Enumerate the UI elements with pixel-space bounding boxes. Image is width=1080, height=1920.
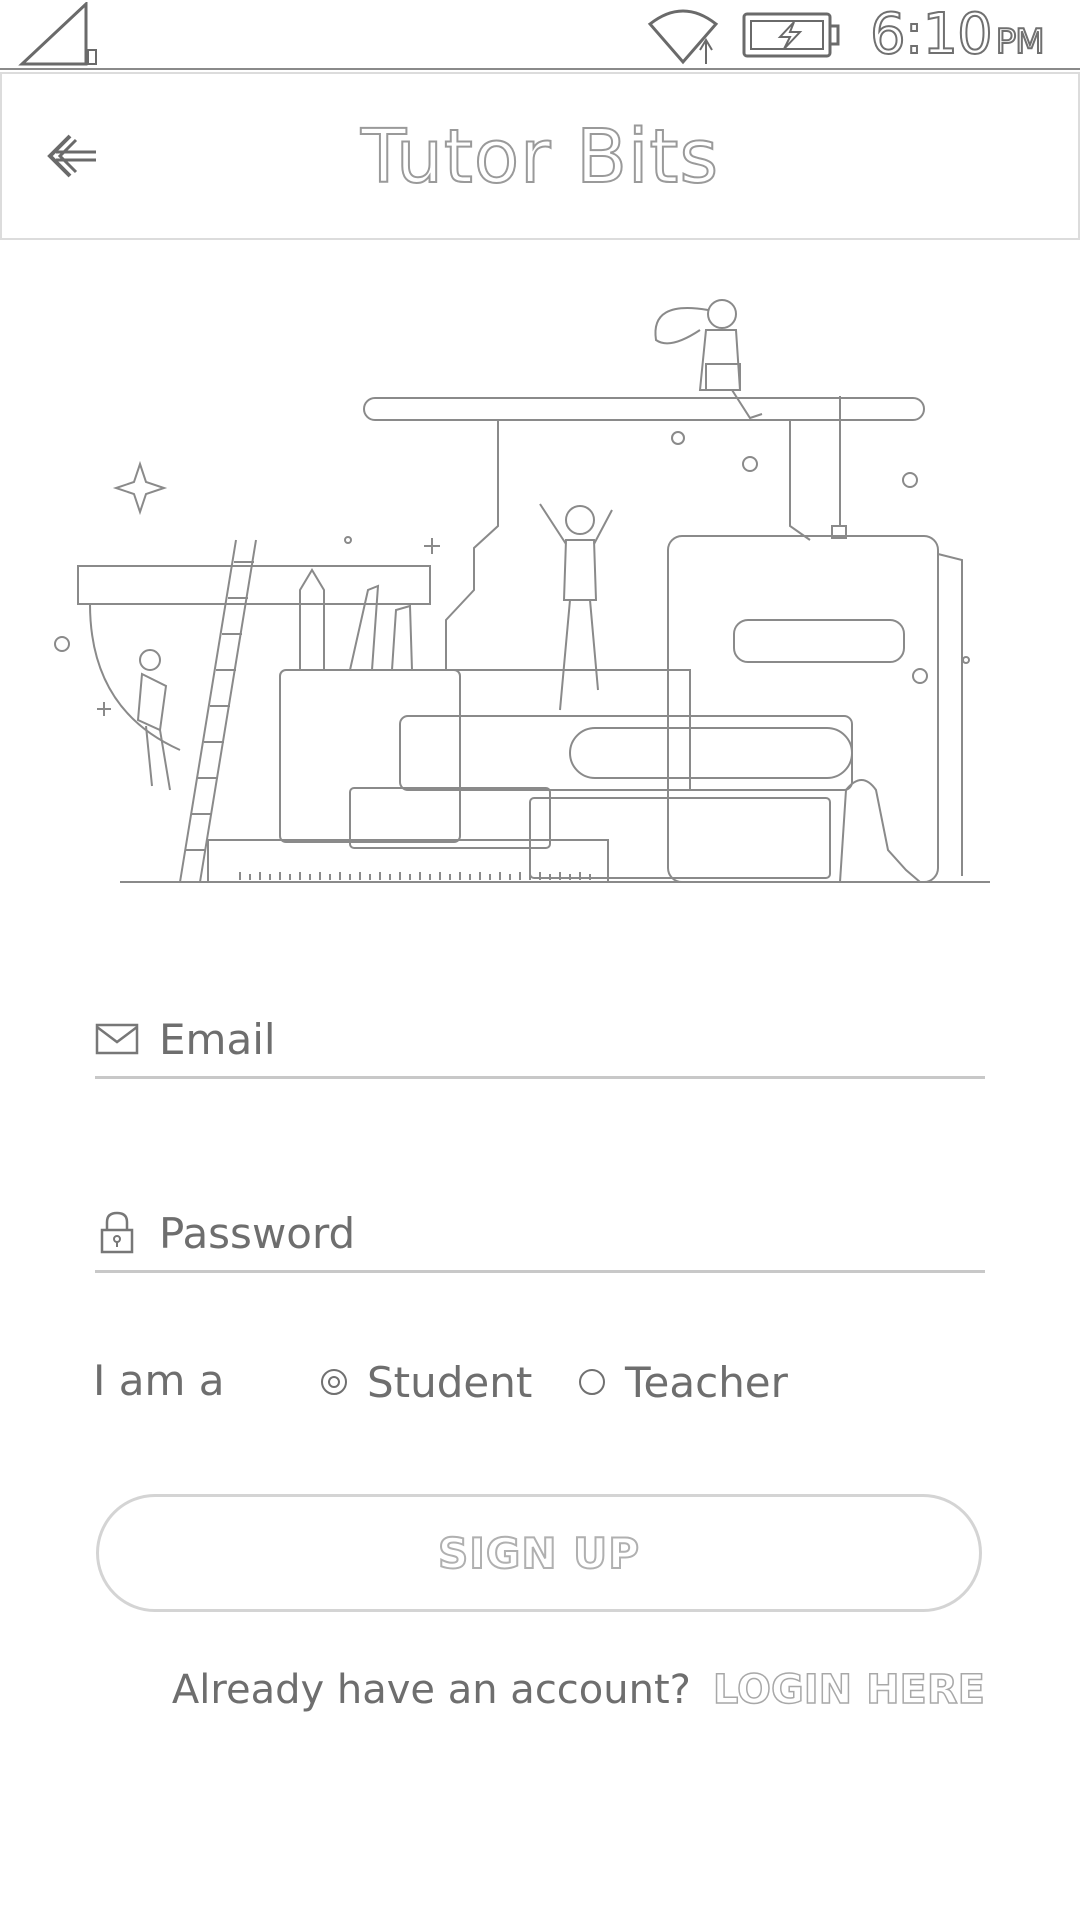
lock-icon — [100, 1211, 134, 1254]
email-field — [95, 1004, 985, 1079]
signup-screen: 6:10 PM Tutor Bits Email I am a Student … — [0, 0, 1080, 1920]
status-time: 6:10 PM — [869, 0, 1046, 70]
status-time-ampm: PM — [995, 21, 1046, 63]
education-books-illustration — [54, 299, 990, 883]
mail-icon — [95, 1023, 139, 1055]
battery-charging-icon — [742, 12, 840, 58]
login-here-link[interactable]: LOGIN HERE — [712, 1666, 986, 1714]
app-bar: Tutor Bits — [0, 72, 1080, 240]
sign-up-button[interactable]: SIGN UP — [96, 1494, 982, 1612]
sign-up-label: SIGN UP — [437, 1528, 640, 1579]
login-question: Already have an account? — [171, 1667, 691, 1713]
status-bar: 6:10 PM — [0, 0, 1080, 70]
login-prompt: Already have an account? LOGIN HERE — [171, 1660, 986, 1720]
email-input[interactable] — [159, 1004, 979, 1074]
radio-student-label: Student — [367, 1357, 533, 1407]
radio-teacher[interactable]: Teacher — [579, 1352, 788, 1412]
password-input[interactable] — [159, 1198, 979, 1268]
radio-student[interactable]: Student — [321, 1352, 532, 1412]
role-selector: I am a Student Teacher — [93, 1352, 993, 1412]
radio-unchecked-icon — [579, 1369, 605, 1395]
radio-checked-icon — [321, 1369, 347, 1395]
status-time-value: 6:10 — [869, 1, 994, 68]
password-field — [95, 1198, 985, 1273]
wifi-icon — [647, 9, 719, 65]
cell-signal-icon — [18, 2, 97, 66]
app-title: Tutor Bits — [360, 113, 719, 201]
radio-teacher-label: Teacher — [625, 1357, 788, 1407]
role-label: I am a — [93, 1356, 225, 1405]
